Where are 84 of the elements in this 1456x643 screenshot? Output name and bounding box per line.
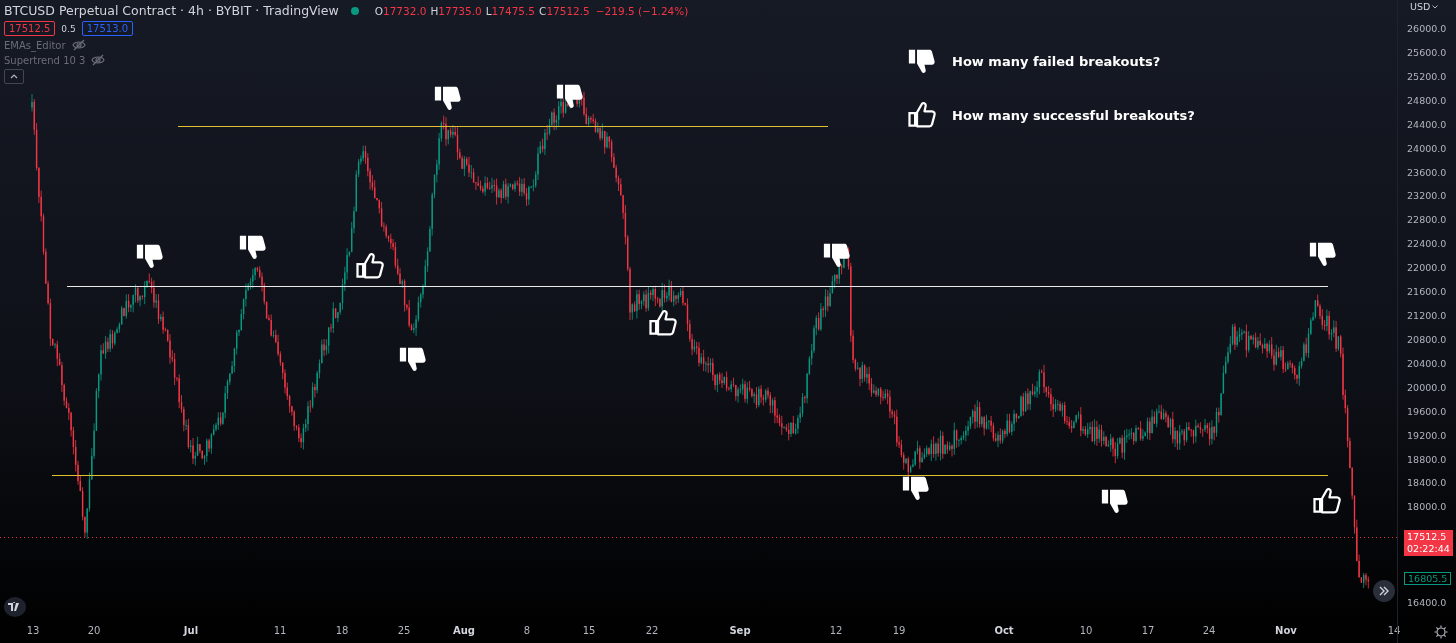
currency-dropdown[interactable]: USD	[1410, 1, 1439, 12]
ohlc-value: 17475.5	[491, 4, 536, 17]
date-label: 24	[1202, 625, 1216, 636]
last-price: 17512.5	[1407, 530, 1448, 543]
price-label: 21600.0	[1407, 286, 1447, 298]
thumbs-up-icon	[1313, 488, 1341, 514]
indicator-name: Supertrend 10 3	[4, 54, 86, 66]
price-label: 22000.0	[1407, 262, 1447, 274]
date-label: 11	[273, 625, 287, 636]
legend-text: How many successful breakouts?	[952, 107, 1195, 123]
thumbs-up-icon	[356, 253, 384, 279]
ohlc-value: 17512.5	[546, 4, 590, 17]
ohlc-label: H	[430, 4, 439, 17]
price-label: 23200.0	[1407, 190, 1447, 202]
price-change: −219.5 (−1.24%)	[595, 4, 689, 17]
price-label: 19200.0	[1407, 429, 1447, 441]
spread-value: 0.5	[61, 23, 76, 34]
settings-icon[interactable]	[1434, 625, 1449, 639]
date-label: 13	[26, 625, 40, 636]
thumbs-down-icon	[1101, 489, 1128, 513]
buy-price-button[interactable]: 17513.0	[81, 21, 134, 36]
hidden-eye-icon[interactable]	[71, 39, 86, 51]
double-chevron-right-icon	[1379, 586, 1389, 596]
price-label: 18400.0	[1407, 477, 1447, 489]
legend-text: How many failed breakouts?	[952, 53, 1161, 69]
price-label: 21200.0	[1407, 310, 1447, 322]
price-label: 18800.0	[1407, 453, 1447, 465]
date-label: 20	[87, 625, 101, 636]
price-label: 20800.0	[1407, 333, 1447, 345]
thumbs-down-icon	[239, 235, 266, 259]
month-label: Jul	[183, 625, 199, 636]
thumbs-down-icon	[399, 347, 426, 371]
date-label: 8	[523, 625, 531, 636]
price-label: 20400.0	[1407, 357, 1447, 369]
price-label: 25200.0	[1407, 70, 1447, 82]
date-label: 19	[892, 625, 906, 636]
ohlc-value: 17735.0	[438, 4, 482, 17]
price-label: 25600.0	[1407, 46, 1447, 58]
ohlc-label: C	[539, 4, 547, 17]
scroll-to-latest-button[interactable]	[1373, 580, 1395, 602]
collapse-button[interactable]	[4, 69, 24, 84]
price-label: 19600.0	[1407, 405, 1447, 417]
month-label: Sep	[729, 625, 751, 636]
price-label: 20000.0	[1407, 381, 1447, 393]
indicator-name: EMAs_Editor	[4, 39, 66, 51]
date-label: 18	[335, 625, 349, 636]
symbol-title: BTCUSD Perpetual Contract · 4h · BYBIT · TradingView	[4, 3, 339, 18]
chevron-up-icon	[10, 74, 18, 79]
thumbs-up-icon	[649, 310, 677, 336]
caret-icon	[1432, 4, 1439, 9]
sell-price-button[interactable]: 17512.5	[4, 21, 56, 36]
thumbs-down-icon	[823, 243, 850, 267]
price-label: 18000.0	[1407, 501, 1447, 513]
thumbs-down-icon	[1309, 242, 1336, 266]
price-label: 22800.0	[1407, 214, 1447, 226]
price-label: 22400.0	[1407, 238, 1447, 250]
bar-countdown: 02:22:44	[1407, 542, 1450, 555]
thumbs-up-icon	[906, 100, 938, 130]
hidden-eye-icon[interactable]	[91, 54, 106, 66]
date-label: 10	[1079, 625, 1093, 636]
thumbs-down-icon	[136, 244, 163, 268]
thumbs-down-icon	[434, 86, 461, 110]
price-label: 24000.0	[1407, 142, 1447, 154]
market-status-icon	[350, 6, 359, 15]
date-label: 15	[582, 625, 596, 636]
date-label: 22	[645, 625, 659, 636]
date-label: 25	[397, 625, 411, 636]
tradingview-logo-icon[interactable]	[4, 597, 26, 617]
price-label: 24400.0	[1407, 118, 1447, 130]
date-label: 17	[1141, 625, 1155, 636]
price-marker-tag: 16805.5	[1404, 571, 1452, 585]
month-label: Oct	[994, 625, 1014, 636]
price-label: 23600.0	[1407, 166, 1447, 178]
ohlc-value: 17732.0	[383, 4, 427, 17]
ohlc-label: O	[374, 4, 383, 17]
thumbs-down-icon	[902, 476, 929, 500]
month-label: Nov	[1275, 625, 1297, 636]
price-label: 16400.0	[1407, 597, 1447, 609]
ohlc-label: L	[485, 4, 492, 17]
date-label: 12	[829, 625, 843, 636]
price-label: 26000.0	[1407, 23, 1447, 34]
price-label: 24800.0	[1407, 94, 1447, 106]
month-label: Aug	[453, 625, 475, 636]
thumbs-down-icon	[556, 84, 583, 108]
